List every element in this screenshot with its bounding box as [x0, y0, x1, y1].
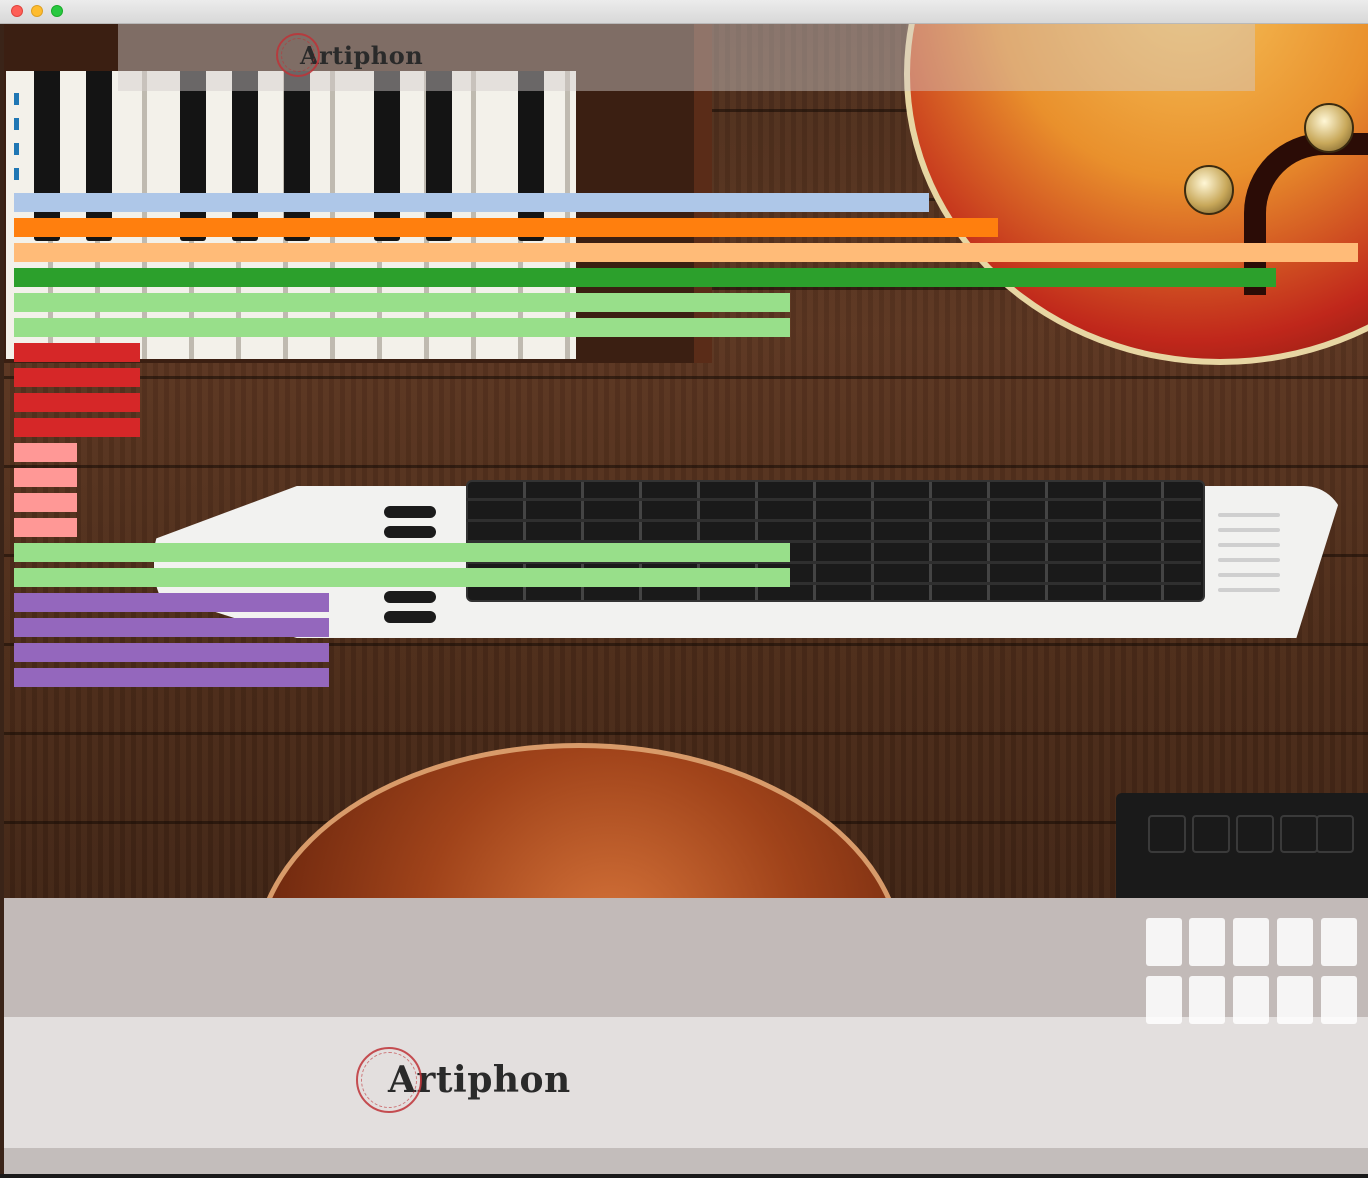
window-titlebar: [0, 0, 1368, 24]
pad-grid-cell: [1189, 918, 1225, 966]
black-key: [180, 71, 206, 241]
instrument-button: [384, 611, 436, 623]
speaker-vent: [1218, 588, 1280, 592]
pad-grid-cell: [1189, 976, 1225, 1024]
speaker-vent: [1218, 528, 1280, 532]
color-bar: [14, 393, 140, 412]
pad-cell: [1236, 815, 1274, 853]
color-bar: [14, 218, 998, 237]
artiphon-logo-icon: [356, 1047, 422, 1113]
footer-bottom-strip: [4, 1148, 1368, 1174]
side-marker: [14, 118, 19, 130]
black-key: [374, 71, 400, 241]
window-bottom-edge: [0, 1174, 1368, 1178]
color-bar: [14, 193, 929, 212]
color-bar: [14, 668, 329, 687]
speaker-vent: [1218, 558, 1280, 562]
footer-logo[interactable]: Artiphon: [356, 1047, 571, 1113]
color-bar: [14, 493, 77, 512]
instrument-button: [384, 506, 436, 518]
pad-grid-cell: [1233, 918, 1269, 966]
pad-grid-cell: [1277, 976, 1313, 1024]
color-bar: [14, 318, 790, 337]
color-bar: [14, 368, 140, 387]
color-bar: [14, 593, 329, 612]
black-key: [518, 71, 544, 241]
color-bar: [14, 343, 140, 362]
color-bar: [14, 243, 1358, 262]
color-bar: [14, 643, 329, 662]
color-bar: [14, 443, 77, 462]
color-bar: [14, 468, 77, 487]
pad-cell: [1192, 815, 1230, 853]
instrument-button: [384, 526, 436, 538]
black-key: [284, 71, 310, 241]
browser-window: Artiphon Artiphon: [0, 0, 1368, 1178]
color-bar: [14, 418, 140, 437]
close-window-button[interactable]: [11, 5, 23, 17]
hero-photo: [4, 23, 1368, 898]
speaker-vent: [1218, 573, 1280, 577]
artiphon-logo-icon: [276, 33, 320, 77]
black-key: [86, 71, 112, 241]
pad-grid-cell: [1321, 918, 1357, 966]
drum-pad-controller-image: [1116, 793, 1368, 898]
speaker-vent: [1218, 513, 1280, 517]
color-bar: [14, 618, 329, 637]
instrument-button: [384, 591, 436, 603]
maximize-window-button[interactable]: [51, 5, 63, 17]
black-key: [34, 71, 60, 241]
pad-cell: [1280, 815, 1318, 853]
color-bar: [14, 268, 1276, 287]
pad-grid-cell: [1321, 976, 1357, 1024]
side-marker: [14, 143, 19, 155]
guitar-knob: [1184, 165, 1234, 215]
side-marker: [14, 168, 19, 180]
header-logo[interactable]: Artiphon: [276, 33, 423, 77]
minimize-window-button[interactable]: [31, 5, 43, 17]
pad-grid-cell: [1146, 918, 1182, 966]
black-key: [426, 71, 452, 241]
pad-cell: [1316, 815, 1354, 853]
pad-grid-cell: [1277, 918, 1313, 966]
color-bar: [14, 568, 790, 587]
violin-image: [254, 743, 904, 898]
pad-cell: [1148, 815, 1186, 853]
pad-grid-cell: [1233, 976, 1269, 1024]
guitar-knob: [1304, 103, 1354, 153]
site-footer: Artiphon: [4, 1017, 1368, 1148]
color-bar: [14, 543, 790, 562]
color-bar: [14, 518, 77, 537]
side-marker: [14, 93, 19, 105]
speaker-vent: [1218, 543, 1280, 547]
color-bar: [14, 293, 790, 312]
black-key: [232, 71, 258, 241]
pad-grid-cell: [1146, 976, 1182, 1024]
site-header: Artiphon: [118, 23, 1255, 91]
